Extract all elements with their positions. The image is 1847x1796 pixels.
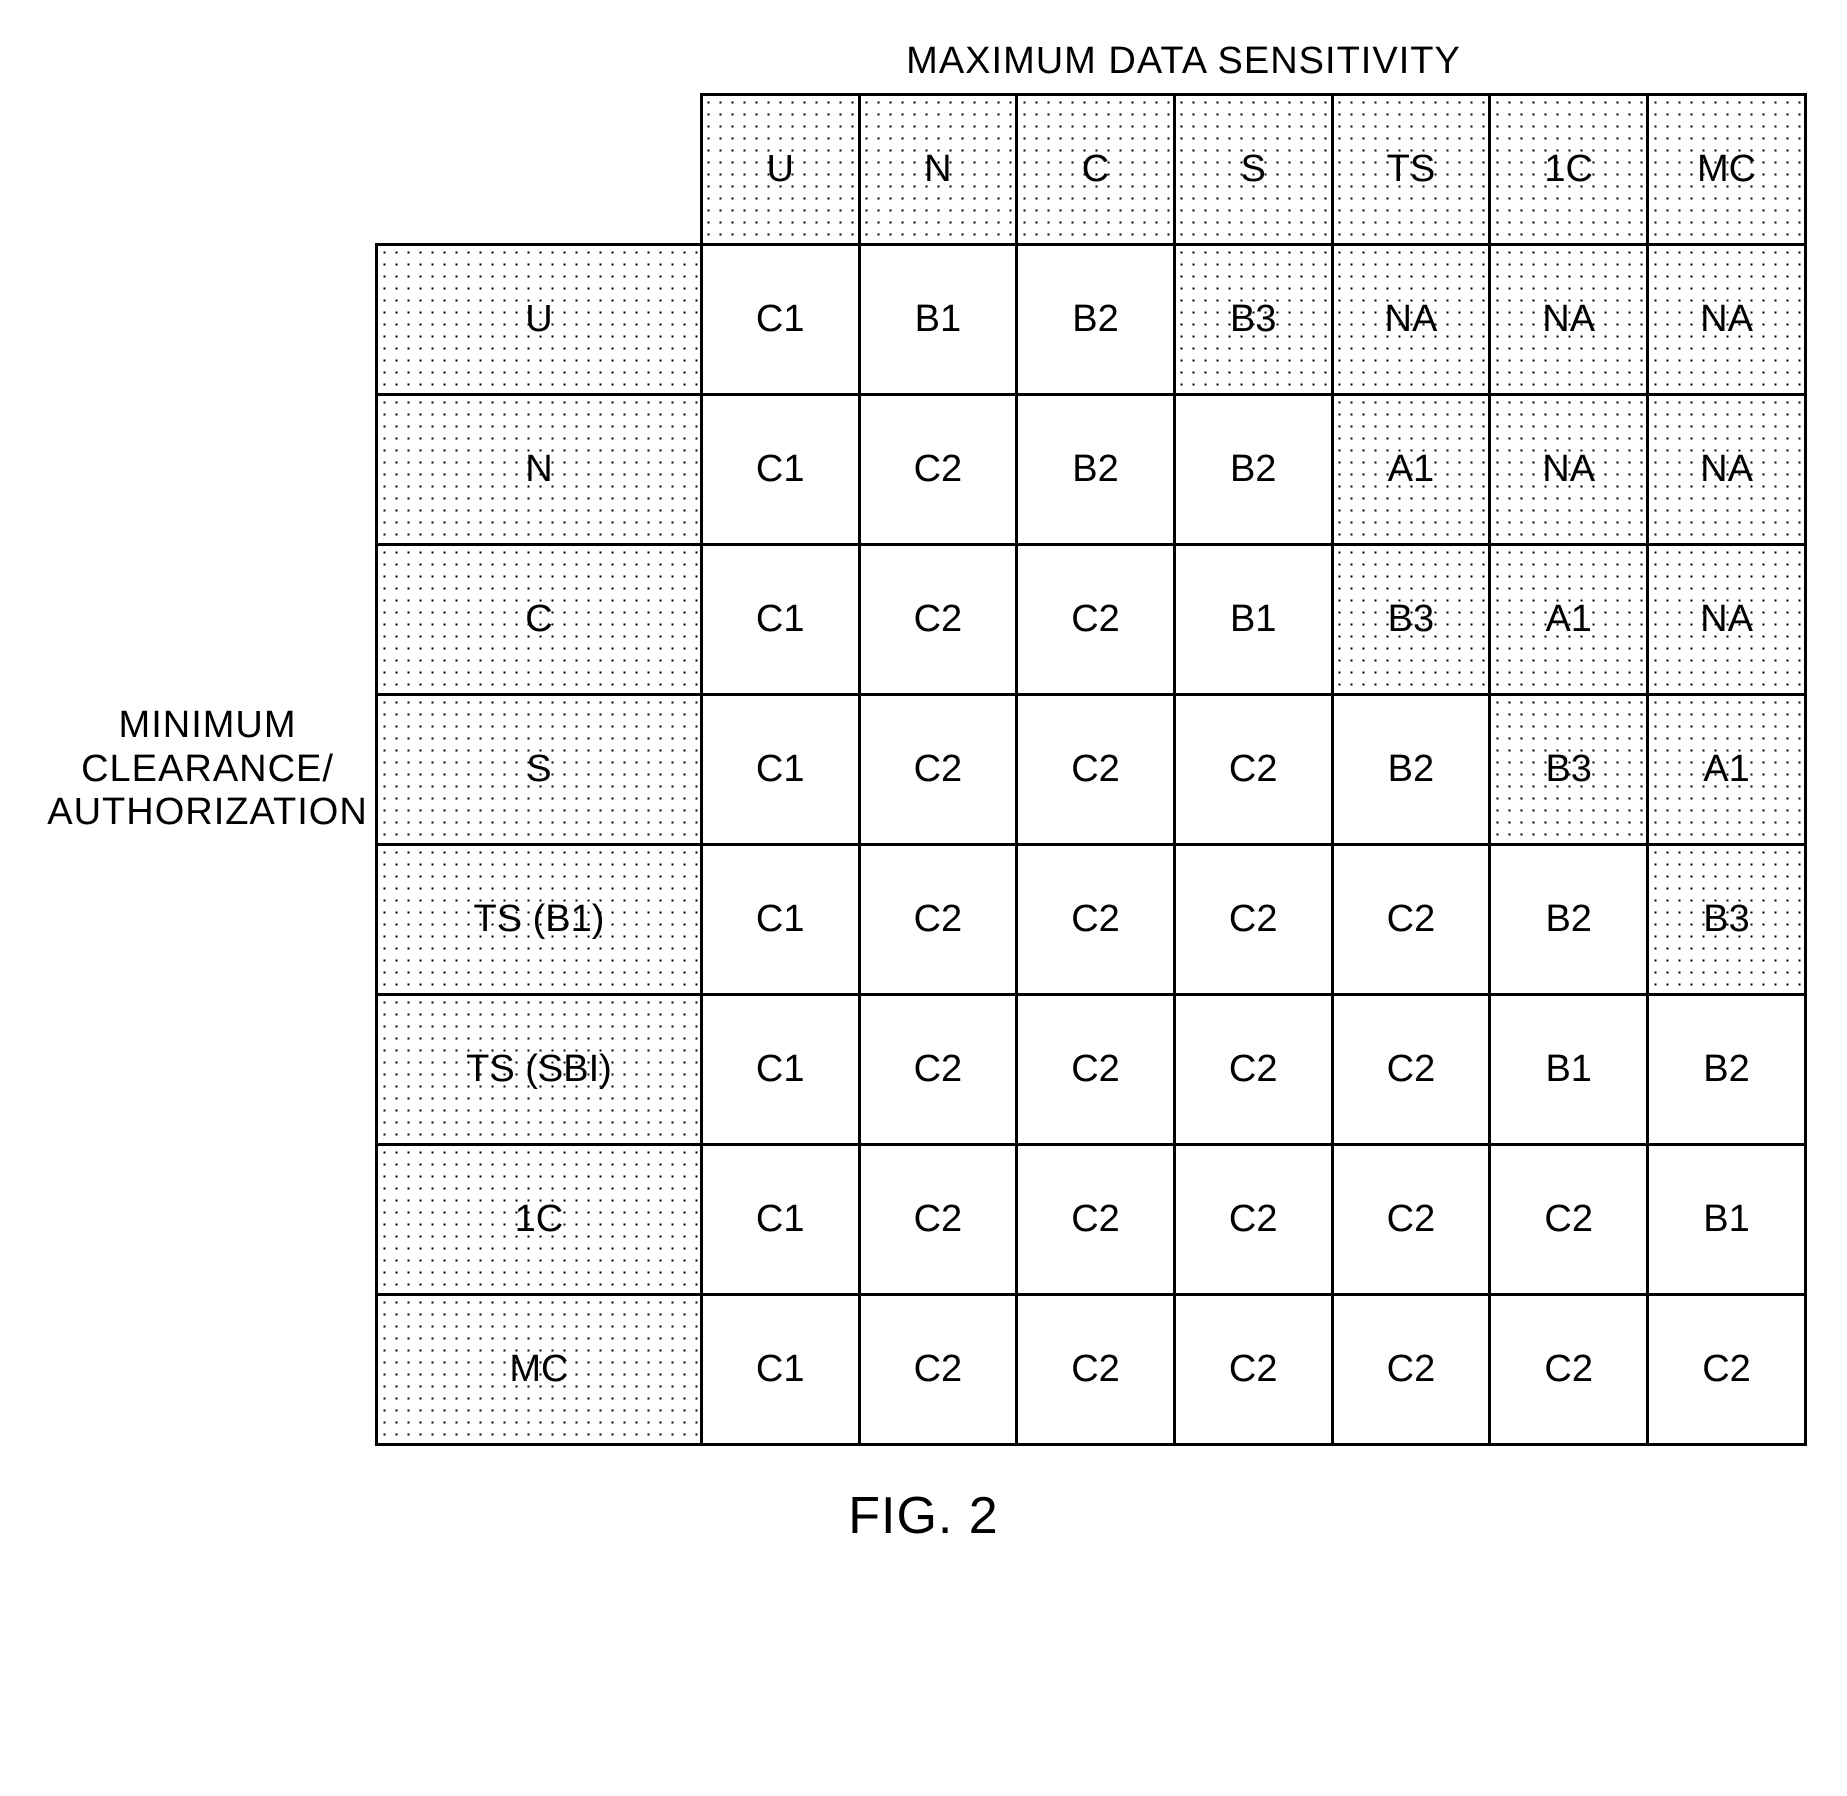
row-axis-title: MINIMUM CLEARANCE/ AUTHORIZATION [40, 704, 375, 835]
matrix-cell: B1 [1648, 1145, 1806, 1295]
table-row: CC1C2C2B1B3A1NA [377, 545, 1806, 695]
matrix-cell: B3 [1174, 245, 1332, 395]
matrix-cell: C1 [701, 1295, 859, 1445]
row-header: U [377, 245, 702, 395]
col-header: U [701, 95, 859, 245]
matrix-cell: NA [1648, 245, 1806, 395]
matrix-cell: NA [1332, 245, 1490, 395]
blank-corner [377, 95, 702, 245]
matrix-cell: C2 [1648, 1295, 1806, 1445]
matrix-cell: B3 [1490, 695, 1648, 845]
row-header: C [377, 545, 702, 695]
table-row: MCC1C2C2C2C2C2C2 [377, 1295, 1806, 1445]
matrix-cell: C2 [1332, 995, 1490, 1145]
col-header: TS [1332, 95, 1490, 245]
matrix-cell: B2 [1017, 245, 1175, 395]
matrix-cell: C2 [1332, 1295, 1490, 1445]
matrix-cell: C1 [701, 245, 859, 395]
row-header: 1C [377, 1145, 702, 1295]
row-header: S [377, 695, 702, 845]
matrix-cell: C2 [1174, 845, 1332, 995]
matrix-cell: C2 [1490, 1145, 1648, 1295]
matrix-cell: C2 [1332, 1145, 1490, 1295]
row-header: TS (SBI) [377, 995, 702, 1145]
matrix-cell: C1 [701, 845, 859, 995]
matrix-cell: B2 [1017, 395, 1175, 545]
matrix-cell: C2 [1017, 545, 1175, 695]
table-row: SC1C2C2C2B2B3A1 [377, 695, 1806, 845]
row-header: TS (B1) [377, 845, 702, 995]
table-row: UC1B1B2B3NANANA [377, 245, 1806, 395]
matrix-cell: C2 [1017, 1145, 1175, 1295]
matrix-cell: C2 [1490, 1295, 1648, 1445]
matrix-cell: C1 [701, 995, 859, 1145]
table-row: NC1C2B2B2A1NANA [377, 395, 1806, 545]
matrix-cell: C2 [859, 395, 1017, 545]
matrix-cell: C2 [1017, 995, 1175, 1145]
matrix-cell: C2 [1174, 695, 1332, 845]
figure-caption: FIG. 2 [848, 1486, 998, 1546]
col-header: MC [1648, 95, 1806, 245]
matrix-cell: B1 [859, 245, 1017, 395]
table-row: TS (SBI)C1C2C2C2C2B1B2 [377, 995, 1806, 1145]
matrix-cell: C2 [1017, 845, 1175, 995]
matrix-cell: C2 [859, 695, 1017, 845]
column-axis-title: MAXIMUM DATA SENSITIVITY [906, 40, 1461, 83]
matrix-cell: C1 [701, 1145, 859, 1295]
matrix-cell: B2 [1490, 845, 1648, 995]
matrix-cell: C2 [1017, 695, 1175, 845]
matrix-cell: C2 [1174, 1145, 1332, 1295]
table-row: 1CC1C2C2C2C2C2B1 [377, 1145, 1806, 1295]
matrix-cell: C2 [859, 845, 1017, 995]
matrix-cell: B2 [1174, 395, 1332, 545]
col-header: C [1017, 95, 1175, 245]
matrix-cell: C2 [859, 545, 1017, 695]
matrix-cell: C1 [701, 695, 859, 845]
matrix-cell: C2 [1017, 1295, 1175, 1445]
col-header: S [1174, 95, 1332, 245]
matrix-cell: NA [1648, 395, 1806, 545]
matrix-cell: B1 [1174, 545, 1332, 695]
matrix-cell: B1 [1490, 995, 1648, 1145]
matrix-cell: B2 [1332, 695, 1490, 845]
matrix-table: U N C S TS 1C MC UC1B1B2B3NANANANC1C2B2B… [375, 93, 1807, 1446]
row-header: MC [377, 1295, 702, 1445]
figure: MAXIMUM DATA SENSITIVITY MINIMUM CLEARAN… [40, 40, 1807, 1546]
col-header: N [859, 95, 1017, 245]
header-row: U N C S TS 1C MC [377, 95, 1806, 245]
matrix-cell: C2 [859, 995, 1017, 1145]
matrix-cell: C2 [1174, 995, 1332, 1145]
matrix-cell: A1 [1490, 545, 1648, 695]
matrix-cell: C2 [859, 1145, 1017, 1295]
matrix-cell: B3 [1332, 545, 1490, 695]
matrix-cell: NA [1648, 545, 1806, 695]
matrix-cell: C1 [701, 395, 859, 545]
matrix-cell: NA [1490, 395, 1648, 545]
matrix-cell: A1 [1332, 395, 1490, 545]
matrix-cell: C2 [859, 1295, 1017, 1445]
matrix-cell: A1 [1648, 695, 1806, 845]
table-row: TS (B1)C1C2C2C2C2B2B3 [377, 845, 1806, 995]
matrix-cell: B3 [1648, 845, 1806, 995]
matrix-cell: NA [1490, 245, 1648, 395]
matrix-cell: C2 [1174, 1295, 1332, 1445]
col-header: 1C [1490, 95, 1648, 245]
row-header: N [377, 395, 702, 545]
matrix-cell: C1 [701, 545, 859, 695]
chart-area: MINIMUM CLEARANCE/ AUTHORIZATION U N C S… [40, 93, 1807, 1446]
matrix-cell: B2 [1648, 995, 1806, 1145]
matrix-cell: C2 [1332, 845, 1490, 995]
